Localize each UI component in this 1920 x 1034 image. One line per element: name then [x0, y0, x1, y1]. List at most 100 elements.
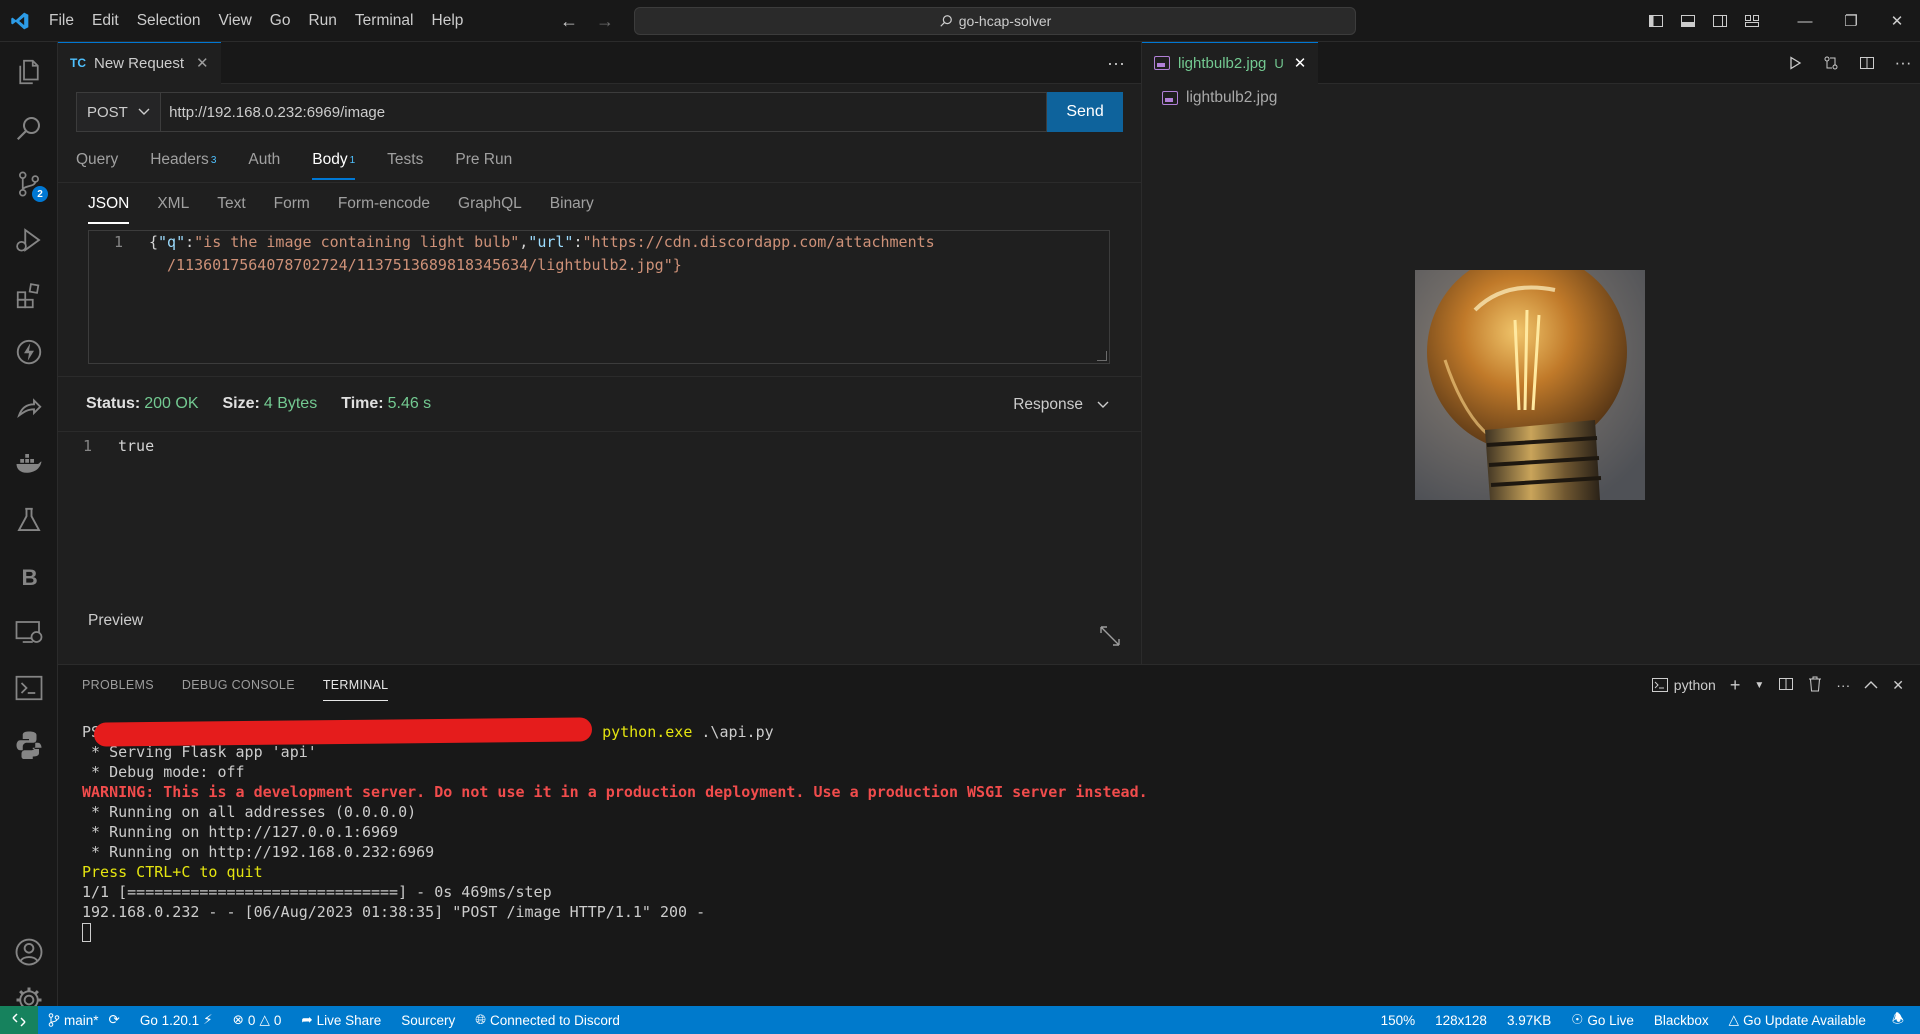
compare-changes-icon[interactable]	[1820, 52, 1842, 74]
body-tab-json[interactable]: JSON	[88, 184, 130, 224]
command-center-search[interactable]: go-hcap-solver	[634, 7, 1356, 35]
json-body-editor[interactable]: 1 {"q":"is the image containing light bu…	[88, 230, 1110, 364]
remote-indicator-icon[interactable]	[0, 1006, 38, 1034]
menu-run[interactable]: Run	[299, 0, 345, 42]
terminal-profile[interactable]: python	[1651, 677, 1716, 693]
discord-status[interactable]: 🌐︎ Connected to Discord	[465, 1006, 630, 1034]
restore-icon[interactable]: ❐	[1828, 0, 1874, 42]
go-update-status[interactable]: △ Go Update Available	[1719, 1006, 1876, 1034]
menu-help[interactable]: Help	[423, 0, 473, 42]
back-arrow-icon[interactable]: ←	[560, 11, 578, 32]
tab-pre-run-label: Pre Run	[455, 151, 513, 168]
split-editor-icon[interactable]	[1856, 52, 1878, 74]
more-actions-icon[interactable]: ···	[1107, 42, 1125, 84]
code-text: /1136017564078702724/1137513689818345634…	[149, 254, 682, 277]
response-dropdown[interactable]: Response	[1013, 377, 1109, 433]
body-tab-text[interactable]: Text	[217, 184, 245, 224]
source-control-badge: 2	[32, 186, 48, 202]
url-input[interactable]: http://192.168.0.232:6969/image	[161, 92, 1048, 132]
explorer-icon[interactable]	[0, 48, 58, 96]
maximize-panel-icon[interactable]	[1864, 677, 1878, 693]
tab-label: New Request	[94, 54, 185, 72]
toggle-secondary-sidebar-icon[interactable]	[1704, 0, 1736, 42]
more-actions-icon[interactable]: ···	[1836, 677, 1850, 693]
chevron-down-icon[interactable]: ▼	[1754, 680, 1764, 691]
zoom-level[interactable]: 150%	[1371, 1006, 1426, 1034]
live-share-label: Live Share	[316, 1012, 382, 1028]
terminal-sidebar-icon[interactable]	[0, 664, 58, 712]
python-icon[interactable]	[0, 720, 58, 768]
search-sidebar-icon[interactable]	[0, 104, 58, 152]
problems-indicator[interactable]: ⊗ 0 △ 0	[223, 1006, 292, 1034]
menu-terminal[interactable]: Terminal	[346, 0, 423, 42]
blackbox-icon[interactable]: B	[0, 552, 58, 600]
go-version[interactable]: Go 1.20.1 ⚡	[130, 1006, 223, 1034]
customize-layout-icon[interactable]	[1736, 0, 1768, 42]
go-live-status[interactable]: ☉ Go Live	[1561, 1006, 1644, 1034]
minimize-icon[interactable]: —	[1782, 0, 1828, 42]
docker-icon[interactable]	[0, 440, 58, 488]
live-share-status[interactable]: ➦ Live Share	[291, 1006, 391, 1034]
tab-terminal[interactable]: TERMINAL	[322, 665, 389, 705]
error-count: 0	[247, 1012, 256, 1028]
run-debug-icon[interactable]	[0, 216, 58, 264]
method-select[interactable]: POST	[76, 92, 162, 132]
sync-icon[interactable]: ⟳	[109, 1012, 120, 1028]
branch-indicator[interactable]: main* ⟳	[38, 1006, 130, 1034]
toggle-panel-icon[interactable]	[1672, 0, 1704, 42]
menu-go[interactable]: Go	[261, 0, 300, 42]
menu-view[interactable]: View	[209, 0, 260, 42]
trash-icon[interactable]	[1808, 676, 1822, 695]
split-terminal-icon[interactable]	[1778, 676, 1794, 695]
terminal-line: * Running on all addresses (0.0.0.0)	[82, 803, 417, 821]
send-button[interactable]: Send	[1047, 92, 1123, 132]
tab-new-request[interactable]: TC New Request ✕	[58, 41, 221, 84]
tab-auth[interactable]: Auth	[248, 140, 296, 180]
tab-lightbulb[interactable]: lightbulb2.jpg U ✕	[1142, 41, 1319, 84]
divider	[58, 182, 1141, 183]
body-tab-form-encode[interactable]: Form-encode	[338, 184, 430, 224]
toggle-primary-sidebar-icon[interactable]	[1640, 0, 1672, 42]
sourcery-status[interactable]: Sourcery	[391, 1006, 465, 1034]
tab-pre-run[interactable]: Pre Run	[455, 140, 528, 180]
new-terminal-icon[interactable]: +	[1730, 675, 1741, 696]
menu-selection[interactable]: Selection	[128, 0, 210, 42]
tab-body[interactable]: Body 1	[312, 140, 371, 180]
blackbox-status[interactable]: Blackbox	[1644, 1006, 1719, 1034]
tab-problems[interactable]: PROBLEMS	[82, 665, 154, 705]
menu-file[interactable]: File	[40, 0, 83, 42]
extensions-icon[interactable]	[0, 272, 58, 320]
forward-arrow-icon[interactable]: →	[596, 11, 614, 32]
remote-explorer-icon[interactable]	[0, 608, 58, 656]
tab-headers[interactable]: Headers 3	[150, 140, 232, 180]
body-tab-binary[interactable]: Binary	[550, 184, 594, 224]
title-bar: File Edit Selection View Go Run Terminal…	[0, 0, 1920, 42]
thunder-client-icon[interactable]	[0, 328, 58, 376]
notifications-bell-icon[interactable]: 🕭︎	[1876, 1006, 1920, 1034]
body-tab-xml[interactable]: XML	[157, 184, 189, 224]
response-dropdown-label: Response	[1013, 396, 1083, 413]
testing-icon[interactable]	[0, 496, 58, 544]
status-bar: main* ⟳ Go 1.20.1 ⚡ ⊗ 0 △ 0 ➦ Live Share…	[0, 1006, 1920, 1034]
close-window-icon[interactable]: ✕	[1874, 0, 1920, 42]
menu-edit[interactable]: Edit	[83, 0, 128, 42]
terminal-output[interactable]: PS python.exe .\api.py * Serving Flask ap…	[82, 722, 1902, 942]
close-panel-icon[interactable]: ✕	[1892, 677, 1904, 694]
accounts-icon[interactable]	[0, 928, 58, 976]
tab-query[interactable]: Query	[76, 140, 134, 180]
breadcrumb[interactable]: lightbulb2.jpg	[1162, 86, 1277, 110]
more-actions-icon[interactable]: ···	[1892, 52, 1914, 74]
resize-grip[interactable]	[1097, 351, 1107, 361]
body-tab-form[interactable]: Form	[274, 184, 310, 224]
expand-icon[interactable]	[1098, 624, 1122, 648]
live-share-sidebar-icon[interactable]	[0, 384, 58, 432]
source-control-icon[interactable]: 2	[0, 160, 58, 208]
body-tab-graphql[interactable]: GraphQL	[458, 184, 522, 224]
run-icon[interactable]	[1784, 52, 1806, 74]
tab-debug-console[interactable]: DEBUG CONSOLE	[182, 665, 295, 705]
close-tab-icon[interactable]: ✕	[196, 54, 209, 72]
response-body: 1 true	[58, 434, 1141, 458]
code-line: 1 {"q":"is the image containing light bu…	[89, 231, 1109, 254]
tab-tests[interactable]: Tests	[387, 140, 439, 180]
close-tab-icon[interactable]: ✕	[1294, 54, 1307, 72]
